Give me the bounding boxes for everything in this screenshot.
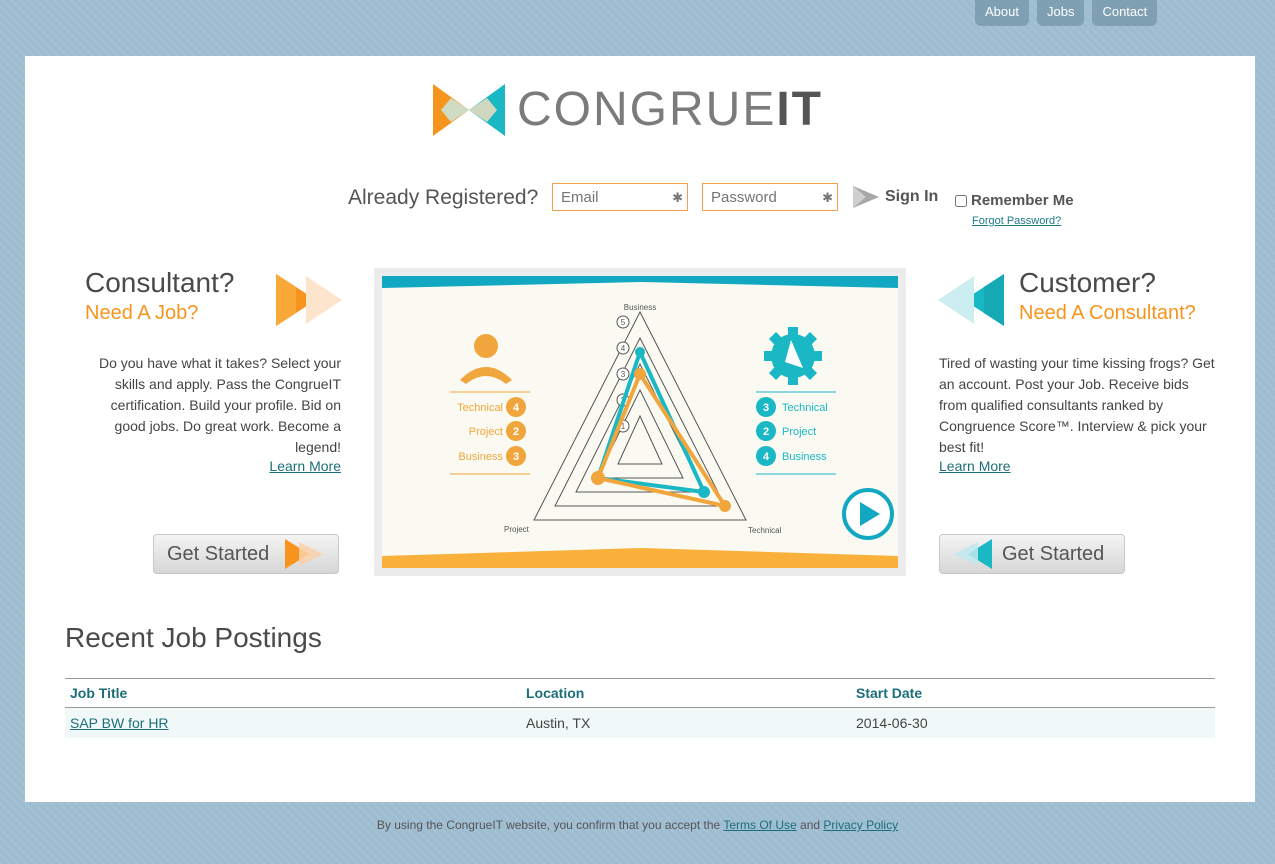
logo-suffix: IT (776, 83, 823, 136)
already-registered-label: Already Registered? (348, 186, 539, 209)
ring-label-3: 3 (621, 370, 626, 379)
footer-text: By using the CongrueIT website, you conf… (376, 818, 721, 832)
consultant-description: Do you have what it takes? Select your s… (98, 355, 341, 455)
nav-contact[interactable]: Contact (1092, 0, 1158, 26)
col-job-title[interactable]: Job Title (65, 678, 521, 708)
remember-me-checkbox[interactable] (955, 194, 967, 207)
footer-and: and (800, 818, 821, 832)
customer-score-label-0: Technical (782, 402, 828, 414)
axis-label-project: Project (504, 525, 530, 534)
remember-me-label: Remember Me (971, 192, 1074, 209)
customer-subtitle: Need A Consultant? (1019, 302, 1196, 324)
video-frame: 5 4 3 2 1 Business Project Technical Tec… (382, 276, 898, 568)
customer-description: Tired of wasting your time kissing frogs… (939, 355, 1215, 455)
logo[interactable]: CONGRUEIT (433, 82, 853, 138)
ring-label-4: 4 (621, 344, 626, 353)
ring-label-5: 5 (621, 318, 626, 327)
customer-score-value-0: 3 (763, 402, 769, 414)
job-title-cell: SAP BW for HR (65, 707, 521, 738)
customer-title: Customer? (1019, 267, 1156, 298)
recent-postings-title: Recent Job Postings (65, 622, 322, 653)
location-cell: Austin, TX (521, 707, 851, 738)
consultant-get-started-label: Get Started (167, 542, 270, 565)
footer: By using the CongrueIT website, you conf… (0, 818, 1275, 832)
arrow-flag-icon (853, 186, 879, 208)
axis-label-technical: Technical (748, 526, 782, 535)
customer-score-value-1: 2 (763, 426, 769, 438)
privacy-link[interactable]: Privacy Policy (823, 818, 898, 832)
terms-link[interactable]: Terms Of Use (723, 818, 796, 832)
remember-me[interactable]: Remember Me (955, 192, 1074, 209)
job-link[interactable]: SAP BW for HR (70, 715, 169, 731)
table-row: SAP BW for HR Austin, TX 2014-06-30 (65, 707, 1215, 738)
logo-prefix: CONGRUE (517, 83, 777, 136)
col-start-date[interactable]: Start Date (851, 678, 1215, 708)
play-icon[interactable] (842, 488, 894, 540)
forgot-password-link[interactable]: Forgot Password? (972, 215, 1061, 227)
key-icon: ✱ (672, 190, 683, 205)
password-field-wrap: ✱ (702, 183, 838, 211)
customer-get-started-button[interactable]: Get Started (939, 534, 1125, 574)
password-field[interactable] (709, 187, 823, 207)
intro-video[interactable]: 5 4 3 2 1 Business Project Technical Tec… (374, 268, 906, 576)
teal-flag-icon (938, 274, 1004, 326)
nav-about[interactable]: About (975, 0, 1029, 26)
orange-arrow-icon (285, 539, 324, 569)
customer-score-value-2: 4 (763, 451, 770, 463)
consultant-score-value-0: 4 (513, 402, 520, 414)
teal-arrow-icon (954, 539, 992, 569)
consultant-score-label-1: Project (469, 426, 503, 438)
jobs-table: Job Title Location Start Date SAP BW for… (65, 678, 1215, 738)
top-nav: About Jobs Contact (975, 0, 1158, 26)
orange-flag-icon (276, 274, 342, 326)
consultant-score-value-2: 3 (513, 451, 519, 463)
col-location[interactable]: Location (521, 678, 851, 708)
customer-score-label-2: Business (782, 451, 827, 463)
start-date-cell: 2014-06-30 (851, 707, 1215, 738)
axis-label-business: Business (624, 303, 656, 312)
video-graphic: 5 4 3 2 1 Business Project Technical Tec… (382, 276, 898, 568)
signin-button[interactable]: Sign In (853, 186, 938, 208)
key-icon: ✱ (822, 190, 833, 205)
table-header-row: Job Title Location Start Date (65, 678, 1215, 708)
consultant-score-label-0: Technical (457, 402, 503, 414)
nav-jobs[interactable]: Jobs (1036, 0, 1085, 26)
consultant-learn-more[interactable]: Learn More (269, 458, 341, 474)
email-field[interactable] (559, 187, 673, 207)
signin-label: Sign In (885, 188, 939, 205)
email-field-wrap: ✱ (552, 183, 688, 211)
consultant-score-label-2: Business (458, 451, 503, 463)
consultant-get-started-button[interactable]: Get Started (153, 534, 339, 574)
main-panel: CONGRUEIT Already Registered? ✱ ✱ Sign I… (25, 56, 1255, 802)
logo-icon (433, 84, 505, 136)
logo-wordmark: CONGRUEIT (517, 82, 823, 138)
customer-learn-more[interactable]: Learn More (939, 458, 1011, 474)
customer-score-label-1: Project (782, 426, 816, 438)
consultant-score-value-1: 2 (513, 426, 519, 438)
customer-get-started-label: Get Started (1002, 542, 1105, 565)
